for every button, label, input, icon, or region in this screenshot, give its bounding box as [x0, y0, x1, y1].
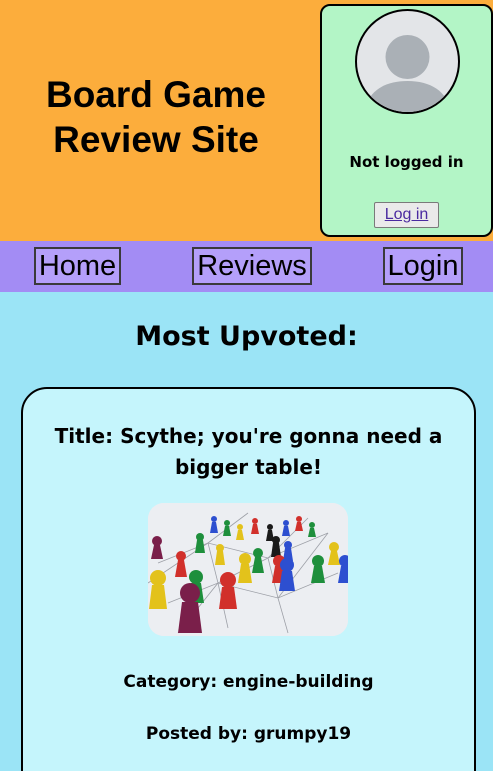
site-title-line-1: Board Game: [45, 74, 266, 115]
game-pawns-image: [148, 503, 348, 636]
user-status-panel: Not logged in Log in: [320, 4, 493, 237]
site-title: Board Game Review Site: [0, 72, 312, 162]
main-content: Most Upvoted: Title: Scythe; you're gonn…: [0, 292, 493, 771]
site-header: Board Game Review Site Not logged in Log…: [0, 0, 493, 241]
most-upvoted-heading: Most Upvoted:: [135, 321, 358, 352]
site-title-line-2: Review Site: [53, 119, 259, 160]
main-nav: Home Reviews Login: [0, 241, 493, 292]
default-user-avatar-icon: [355, 9, 460, 114]
user-silhouette-icon: [365, 35, 450, 112]
review-title[interactable]: Title: Scythe; you're gonna need a bigge…: [43, 421, 454, 483]
review-category: Category: engine-building: [123, 672, 374, 692]
login-link-button[interactable]: Log in: [374, 202, 439, 228]
nav-reviews-button[interactable]: Reviews: [192, 247, 312, 285]
nav-login-button[interactable]: Login: [383, 247, 463, 285]
login-status-text: Not logged in: [349, 153, 464, 171]
review-image: [148, 503, 348, 636]
review-card[interactable]: Title: Scythe; you're gonna need a bigge…: [21, 387, 476, 771]
review-author: Posted by: grumpy19: [145, 724, 352, 744]
nav-home-button[interactable]: Home: [34, 247, 121, 285]
